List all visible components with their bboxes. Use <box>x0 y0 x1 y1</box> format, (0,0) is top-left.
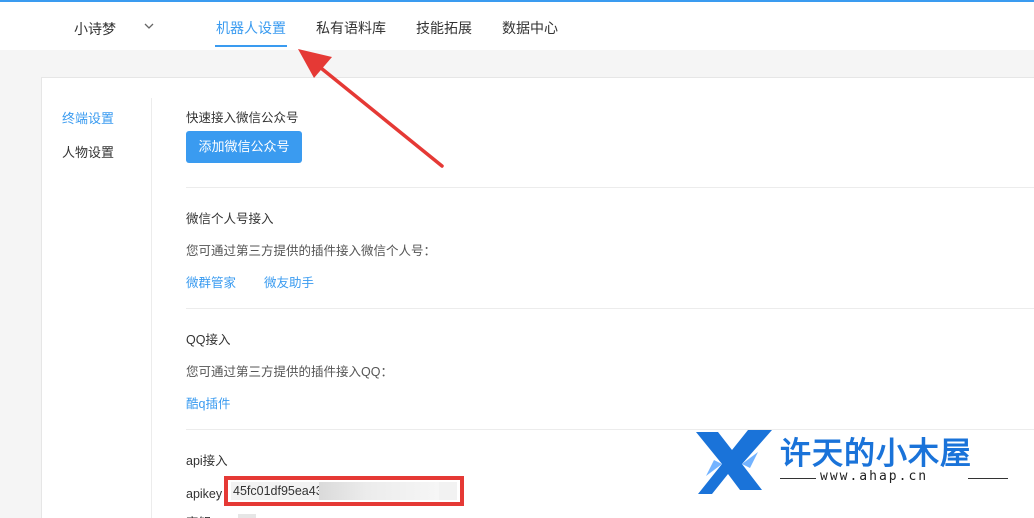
section-divider <box>186 187 1034 188</box>
sidebar-item-persona-settings[interactable]: 人物设置 <box>62 142 114 161</box>
wechat-personal-desc: 您可通过第三方提供的插件接入微信个人号： <box>186 244 437 258</box>
tab-private-corpus[interactable]: 私有语料库 <box>316 18 386 38</box>
wechat-official-title: 快速接入微信公众号 <box>186 111 299 125</box>
section-divider <box>186 308 1034 309</box>
chevron-down-icon[interactable] <box>143 20 155 32</box>
user-name[interactable]: 小诗梦 <box>74 19 116 39</box>
sidebar-divider <box>151 98 152 518</box>
link-weiyou-assistant[interactable]: 微友助手 <box>264 272 314 291</box>
active-tab-indicator <box>215 45 287 47</box>
tab-data-center[interactable]: 数据中心 <box>502 18 558 38</box>
apikey-annotation-box <box>224 476 464 506</box>
watermark-rule <box>780 478 816 479</box>
add-wechat-official-button[interactable]: 添加微信公众号 <box>186 131 302 163</box>
qq-desc: 您可通过第三方提供的插件接入QQ： <box>186 365 393 379</box>
sidebar-item-terminal-settings[interactable]: 终端设置 <box>62 108 114 127</box>
top-navbar: 小诗梦 机器人设置 私有语料库 技能拓展 数据中心 <box>0 2 1034 50</box>
watermark-logo-icon <box>696 430 772 494</box>
watermark-title: 许天的小木屋 <box>780 436 972 472</box>
secret-field[interactable] <box>238 514 256 518</box>
watermark-url: www.ahap.cn <box>820 469 929 484</box>
tab-robot-settings[interactable]: 机器人设置 <box>216 18 286 38</box>
link-coolq-plugin[interactable]: 酷q插件 <box>186 393 230 412</box>
wechat-personal-title: 微信个人号接入 <box>186 212 274 226</box>
qq-title: QQ接入 <box>186 333 231 347</box>
tab-skill-extension[interactable]: 技能拓展 <box>416 18 472 38</box>
watermark-rule <box>968 478 1008 479</box>
annotation-arrow <box>298 49 444 168</box>
link-weiqun-manager[interactable]: 微群管家 <box>186 272 236 291</box>
api-title: api接入 <box>186 454 228 468</box>
secret-label: 密钥 <box>186 512 211 518</box>
